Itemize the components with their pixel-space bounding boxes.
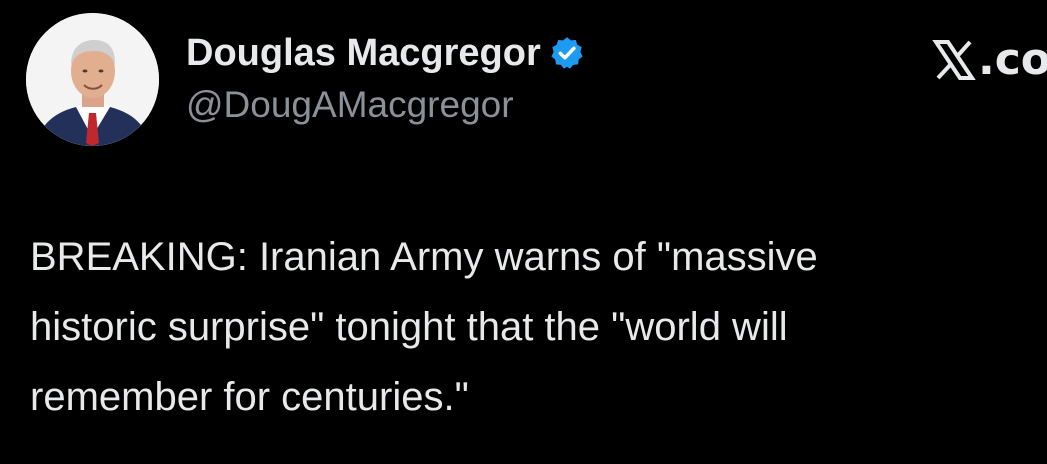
avatar-photo-icon [26,13,159,146]
brand-domain-text: .co [978,34,1047,85]
author-name-row[interactable]: Douglas Macgregor [186,30,585,76]
tweet-body-text: BREAKING: Iranian Army warns of "massive… [30,235,818,419]
author-avatar[interactable] [26,13,159,146]
x-logo-icon [932,40,976,80]
tweet-card: Douglas Macgregor @DougAMacgregor .co BR… [0,0,1047,464]
author-handle[interactable]: @DougAMacgregor [186,84,514,126]
author-display-name[interactable]: Douglas Macgregor [186,32,541,75]
x-brand: .co [932,30,1047,90]
verified-badge-icon [551,37,583,69]
